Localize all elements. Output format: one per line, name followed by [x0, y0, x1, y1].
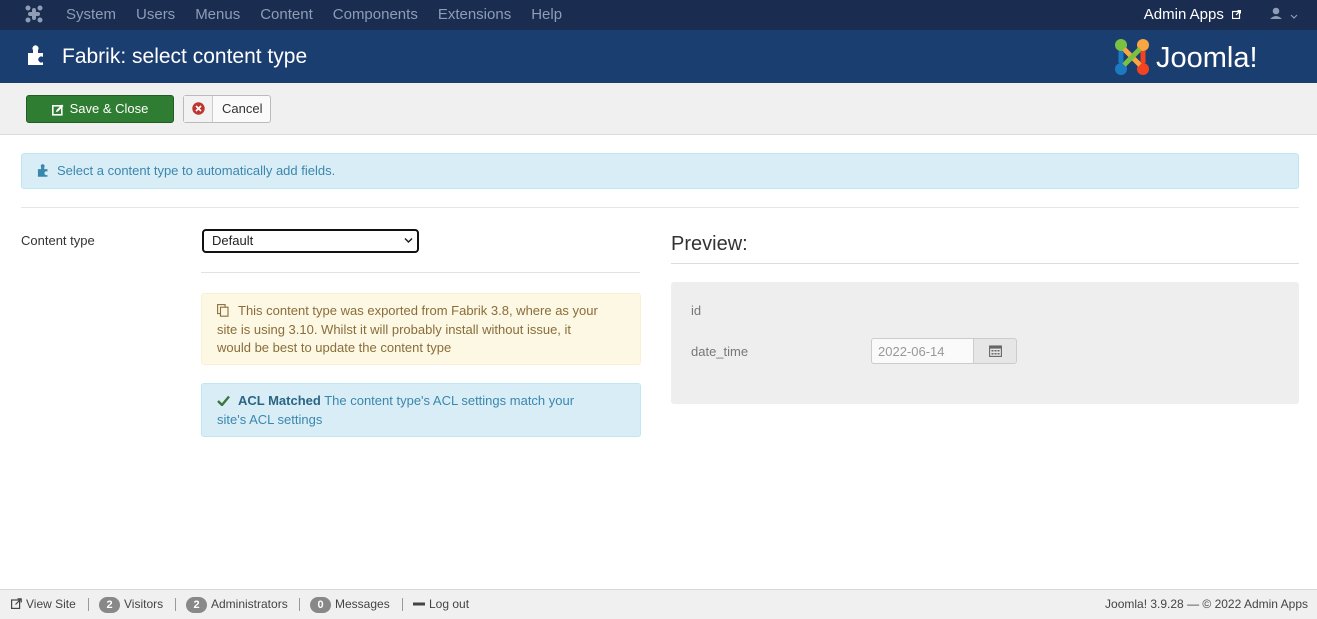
separator: [88, 598, 89, 611]
visitors-label: Visitors: [124, 597, 164, 611]
admin-apps-link[interactable]: Admin Apps: [1144, 0, 1241, 30]
menu-users[interactable]: Users: [136, 0, 175, 30]
preview-heading: Preview:: [671, 233, 748, 255]
toolbar: Save & Close Cancel: [0, 83, 1317, 135]
top-navbar: System Users Menus Content Components Ex…: [0, 0, 1317, 30]
copyright-text: — © 2022 Admin Apps: [1187, 597, 1308, 611]
user-menu-icon[interactable]: [1269, 7, 1299, 23]
divider: [21, 207, 1299, 208]
puzzle-icon: [28, 45, 43, 65]
visitors-badge: 2: [99, 596, 120, 613]
status-bar: View Site 2 Visitors 2 Administrators 0 Mes…: [0, 589, 1317, 619]
info-alert: Select a content type to automatically a…: [21, 153, 1299, 189]
administrators-badge: 2: [186, 596, 207, 613]
logout-label: Log out: [429, 597, 470, 611]
puzzle-icon-small: [37, 164, 48, 177]
chevron-down-icon: [404, 237, 413, 244]
messages-label: Messages: [335, 597, 390, 611]
separator: [402, 598, 403, 611]
footer-version: Joomla! 3.9.28 — © 2022 Admin Apps: [1105, 590, 1308, 618]
menu-system[interactable]: System: [66, 0, 116, 30]
warning-alert: This content type was exported from Fabr…: [201, 293, 641, 365]
preview-field-date: date_time: [691, 344, 749, 359]
administrators-label: Administrators: [211, 597, 288, 611]
main-menu: System Users Menus Content Components Ex…: [66, 0, 582, 30]
save-close-label: Save & Close: [69, 101, 149, 116]
edit-icon: [51, 104, 64, 116]
calendar-icon: [989, 345, 1002, 357]
joomla-logo-text: Joomla!: [1156, 42, 1258, 74]
admin-apps-label: Admin Apps: [1143, 6, 1224, 23]
divider: [671, 263, 1299, 264]
preview-panel: id date_time 2022-06-14: [671, 282, 1299, 404]
version-text: Joomla! 3.9.28: [1105, 597, 1184, 611]
joomla-logo: Joomla!: [1115, 39, 1258, 75]
content-type-label: Content type: [21, 233, 95, 248]
cancel-icon-box: [184, 96, 213, 122]
visitors-link[interactable]: 2 Visitors: [99, 590, 163, 618]
messages-badge: 0: [310, 596, 331, 613]
menu-menus[interactable]: Menus: [195, 0, 240, 30]
date-input[interactable]: 2022-06-14: [871, 338, 973, 364]
acl-text: ACL Matched The content type's ACL setti…: [217, 392, 597, 429]
cancel-label: Cancel: [222, 101, 263, 116]
page-header: Fabrik: select content type Joomla!: [0, 30, 1317, 83]
preview-field-id: id: [691, 303, 702, 318]
separator: [175, 598, 176, 611]
view-site-link[interactable]: View Site: [11, 590, 76, 618]
content-type-value: Default: [212, 233, 254, 248]
cancel-icon: [192, 102, 205, 115]
separator: [299, 598, 300, 611]
menu-components[interactable]: Components: [333, 0, 418, 30]
info-text: Select a content type to automatically a…: [57, 163, 336, 178]
cancel-button[interactable]: Cancel: [183, 95, 271, 123]
logout-link[interactable]: Log out: [413, 590, 469, 618]
external-link-icon: [11, 598, 22, 609]
messages-link[interactable]: 0 Messages: [310, 590, 390, 618]
save-close-button[interactable]: Save & Close: [26, 95, 174, 123]
joomla-menu-icon[interactable]: [25, 5, 43, 23]
content-type-select[interactable]: Default: [202, 229, 419, 253]
menu-help[interactable]: Help: [531, 0, 562, 30]
external-link-icon: [1232, 10, 1241, 19]
menu-extensions[interactable]: Extensions: [438, 0, 511, 30]
warning-text: This content type was exported from Fabr…: [217, 303, 598, 355]
minus-icon: [413, 602, 425, 606]
page-title: Fabrik: select content type: [62, 45, 308, 68]
view-site-label: View Site: [26, 597, 76, 611]
acl-title: ACL Matched: [238, 393, 321, 408]
acl-alert: ACL Matched The content type's ACL setti…: [201, 383, 641, 437]
administrators-link[interactable]: 2 Administrators: [186, 590, 288, 618]
menu-content[interactable]: Content: [260, 0, 313, 30]
calendar-button[interactable]: [973, 338, 1017, 364]
divider: [201, 272, 640, 273]
